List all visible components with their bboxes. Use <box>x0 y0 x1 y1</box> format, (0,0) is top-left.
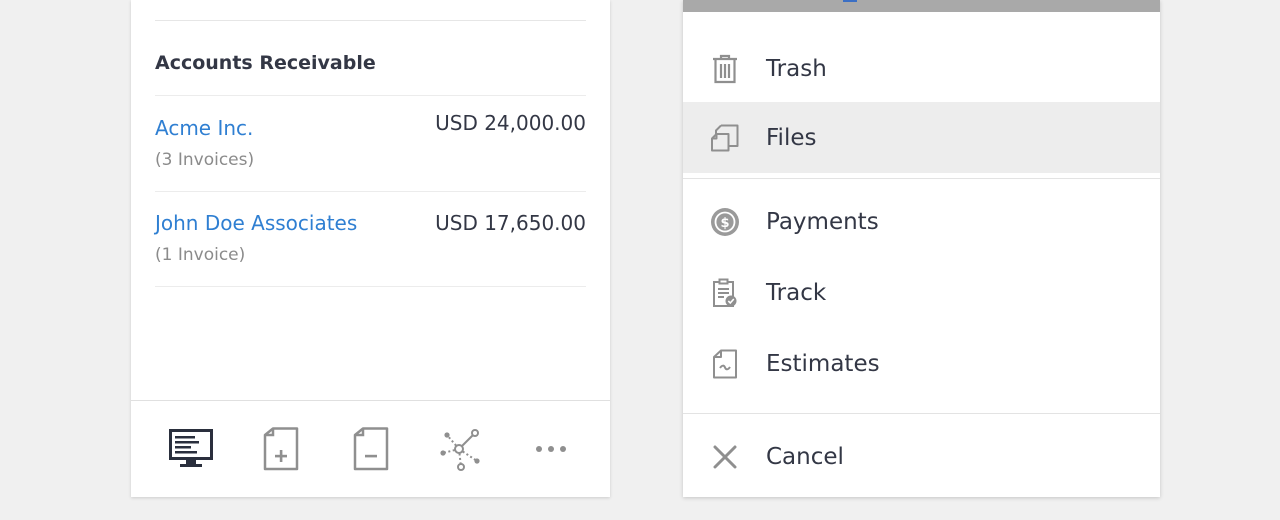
menu-item-estimates[interactable]: Estimates <box>683 328 1160 399</box>
menu-item-trash[interactable]: Trash <box>683 33 1160 104</box>
amount-due: USD 24,000.00 <box>435 111 586 135</box>
menu-item-track[interactable]: Track <box>683 257 1160 328</box>
invoice-count: (3 Invoices) <box>155 150 255 170</box>
integrations-button[interactable] <box>435 423 487 475</box>
new-invoice-button[interactable] <box>255 423 307 475</box>
svg-text:$: $ <box>720 216 729 231</box>
more-button[interactable] <box>525 423 577 475</box>
amount-due: USD 17,650.00 <box>435 211 586 235</box>
credit-note-icon <box>353 427 389 471</box>
close-icon <box>710 442 740 472</box>
invoice-count: (1 Invoice) <box>155 245 246 265</box>
header-accent <box>843 0 857 2</box>
trash-icon <box>710 54 740 84</box>
track-icon <box>710 278 740 308</box>
payments-icon: $ <box>710 207 740 237</box>
monitor-icon <box>169 429 213 467</box>
divider <box>683 178 1160 179</box>
action-sheet: Trash Files $ Payments Track Estimates C… <box>683 0 1160 497</box>
estimates-icon <box>710 349 740 379</box>
bottom-toolbar <box>131 400 610 498</box>
menu-item-files[interactable]: Files <box>683 102 1160 173</box>
menu-item-label: Files <box>766 124 817 151</box>
sheet-header <box>683 0 1160 12</box>
section-title: Accounts Receivable <box>155 52 376 74</box>
menu-item-label: Trash <box>766 55 827 82</box>
menu-item-payments[interactable]: $ Payments <box>683 186 1160 257</box>
dashboard-button[interactable] <box>165 423 217 475</box>
menu-item-label: Cancel <box>766 443 844 470</box>
files-icon <box>710 123 740 153</box>
customer-link[interactable]: John Doe Associates <box>155 211 357 235</box>
table-row: John Doe Associates (1 Invoice) USD 17,6… <box>155 191 586 287</box>
divider <box>683 413 1160 414</box>
menu-item-label: Payments <box>766 208 879 235</box>
menu-item-label: Track <box>766 279 827 306</box>
receivables-panel: Accounts Receivable Acme Inc. (3 Invoice… <box>131 0 610 497</box>
network-icon <box>440 429 480 471</box>
credit-note-button[interactable] <box>345 423 397 475</box>
new-invoice-icon <box>263 427 299 471</box>
customer-link[interactable]: Acme Inc. <box>155 116 253 140</box>
more-icon <box>536 446 566 452</box>
divider <box>155 20 586 21</box>
cancel-button[interactable]: Cancel <box>683 421 1160 492</box>
table-row: Acme Inc. (3 Invoices) USD 24,000.00 <box>155 96 586 192</box>
menu-item-label: Estimates <box>766 350 880 377</box>
